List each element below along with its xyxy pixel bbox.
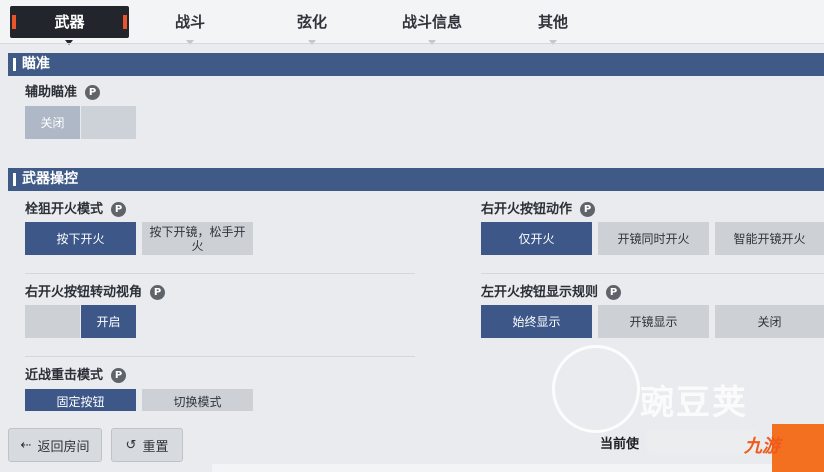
melee-toggle-mode-option[interactable]: 切换模式: [142, 389, 253, 411]
left-fire-display-label: 左开火按钮显示规则 P: [481, 284, 622, 302]
melee-fixed-button-option[interactable]: 固定按钮: [25, 389, 136, 411]
watermark-text: 豌豆荚: [640, 383, 748, 423]
setting-label: 右开火按钮转动视角: [25, 285, 143, 300]
top-tab-bar: 武器 战斗 弦化 战斗信息 其他: [0, 0, 824, 45]
reset-icon: ↺: [125, 437, 137, 453]
watermark-logo-icon: [552, 345, 640, 433]
setting-label: 近战重击模式: [25, 368, 104, 383]
setting-label: 栓狙开火模式: [25, 202, 104, 217]
help-icon[interactable]: P: [150, 285, 166, 300]
right-fire-rotate-off-option[interactable]: [25, 305, 80, 338]
section-header-weapon-control: 武器操控: [8, 168, 824, 191]
bolt-fire-mode-label: 栓狙开火模式 P: [25, 201, 127, 219]
exit-icon: ⇠: [20, 437, 32, 453]
help-icon[interactable]: P: [580, 202, 596, 217]
tab-combat[interactable]: 战斗: [140, 6, 240, 38]
reset-button[interactable]: ↺ 重置: [111, 428, 183, 462]
section-title: 瞄准: [22, 56, 50, 72]
left-fire-scope-show-option[interactable]: 开镜显示: [598, 305, 709, 338]
site-logo-text: 九游: [744, 436, 780, 457]
right-fire-rotate-on-option[interactable]: 开启: [81, 305, 136, 338]
tab-other[interactable]: 其他: [503, 6, 603, 38]
melee-mode-label: 近战重击模式 P: [25, 367, 127, 385]
section-header-aim: 瞄准: [8, 53, 824, 76]
setting-label: 右开火按钮动作: [481, 202, 573, 217]
assist-aim-off-option[interactable]: 关闭: [25, 106, 80, 139]
bottom-strip: [212, 464, 772, 472]
section-mark-icon: [13, 173, 16, 186]
button-label: 返回房间: [37, 439, 90, 455]
bolt-fire-scope-release-option[interactable]: 按下开镜，松手开火: [142, 222, 253, 255]
right-fire-only-option[interactable]: 仅开火: [481, 222, 592, 255]
assist-aim-on-option[interactable]: [81, 106, 136, 139]
tab-divider: [0, 43, 824, 44]
row-divider: [25, 356, 415, 357]
row-divider: [25, 273, 415, 274]
right-fire-smart-scope-option[interactable]: 智能开镜开火: [715, 222, 824, 255]
bolt-fire-press-option[interactable]: 按下开火: [25, 222, 136, 255]
help-icon[interactable]: P: [606, 285, 622, 300]
current-usage-label: 当前使: [600, 437, 640, 452]
setting-label: 左开火按钮显示规则: [481, 285, 599, 300]
tab-combat-info[interactable]: 战斗信息: [380, 6, 484, 38]
button-label: 重置: [142, 439, 169, 455]
left-fire-always-option[interactable]: 始终显示: [481, 305, 592, 338]
left-fire-off-option[interactable]: 关闭: [715, 305, 824, 338]
tab-string[interactable]: 弦化: [262, 6, 362, 38]
assist-aim-label: 辅助瞄准 P: [25, 84, 101, 102]
setting-label: 辅助瞄准: [25, 85, 78, 100]
help-icon[interactable]: P: [111, 368, 127, 383]
tab-weapon[interactable]: 武器: [10, 6, 129, 38]
right-fire-scope-fire-option[interactable]: 开镜同时开火: [598, 222, 709, 255]
right-fire-action-label: 右开火按钮动作 P: [481, 201, 596, 219]
back-to-room-button[interactable]: ⇠ 返回房间: [8, 428, 102, 462]
obscured-value: [647, 430, 757, 454]
row-divider: [481, 273, 824, 274]
help-icon[interactable]: P: [85, 85, 101, 100]
right-fire-rotate-label: 右开火按钮转动视角 P: [25, 284, 166, 302]
help-icon[interactable]: P: [111, 202, 127, 217]
section-mark-icon: [13, 58, 16, 71]
section-title: 武器操控: [22, 171, 78, 187]
